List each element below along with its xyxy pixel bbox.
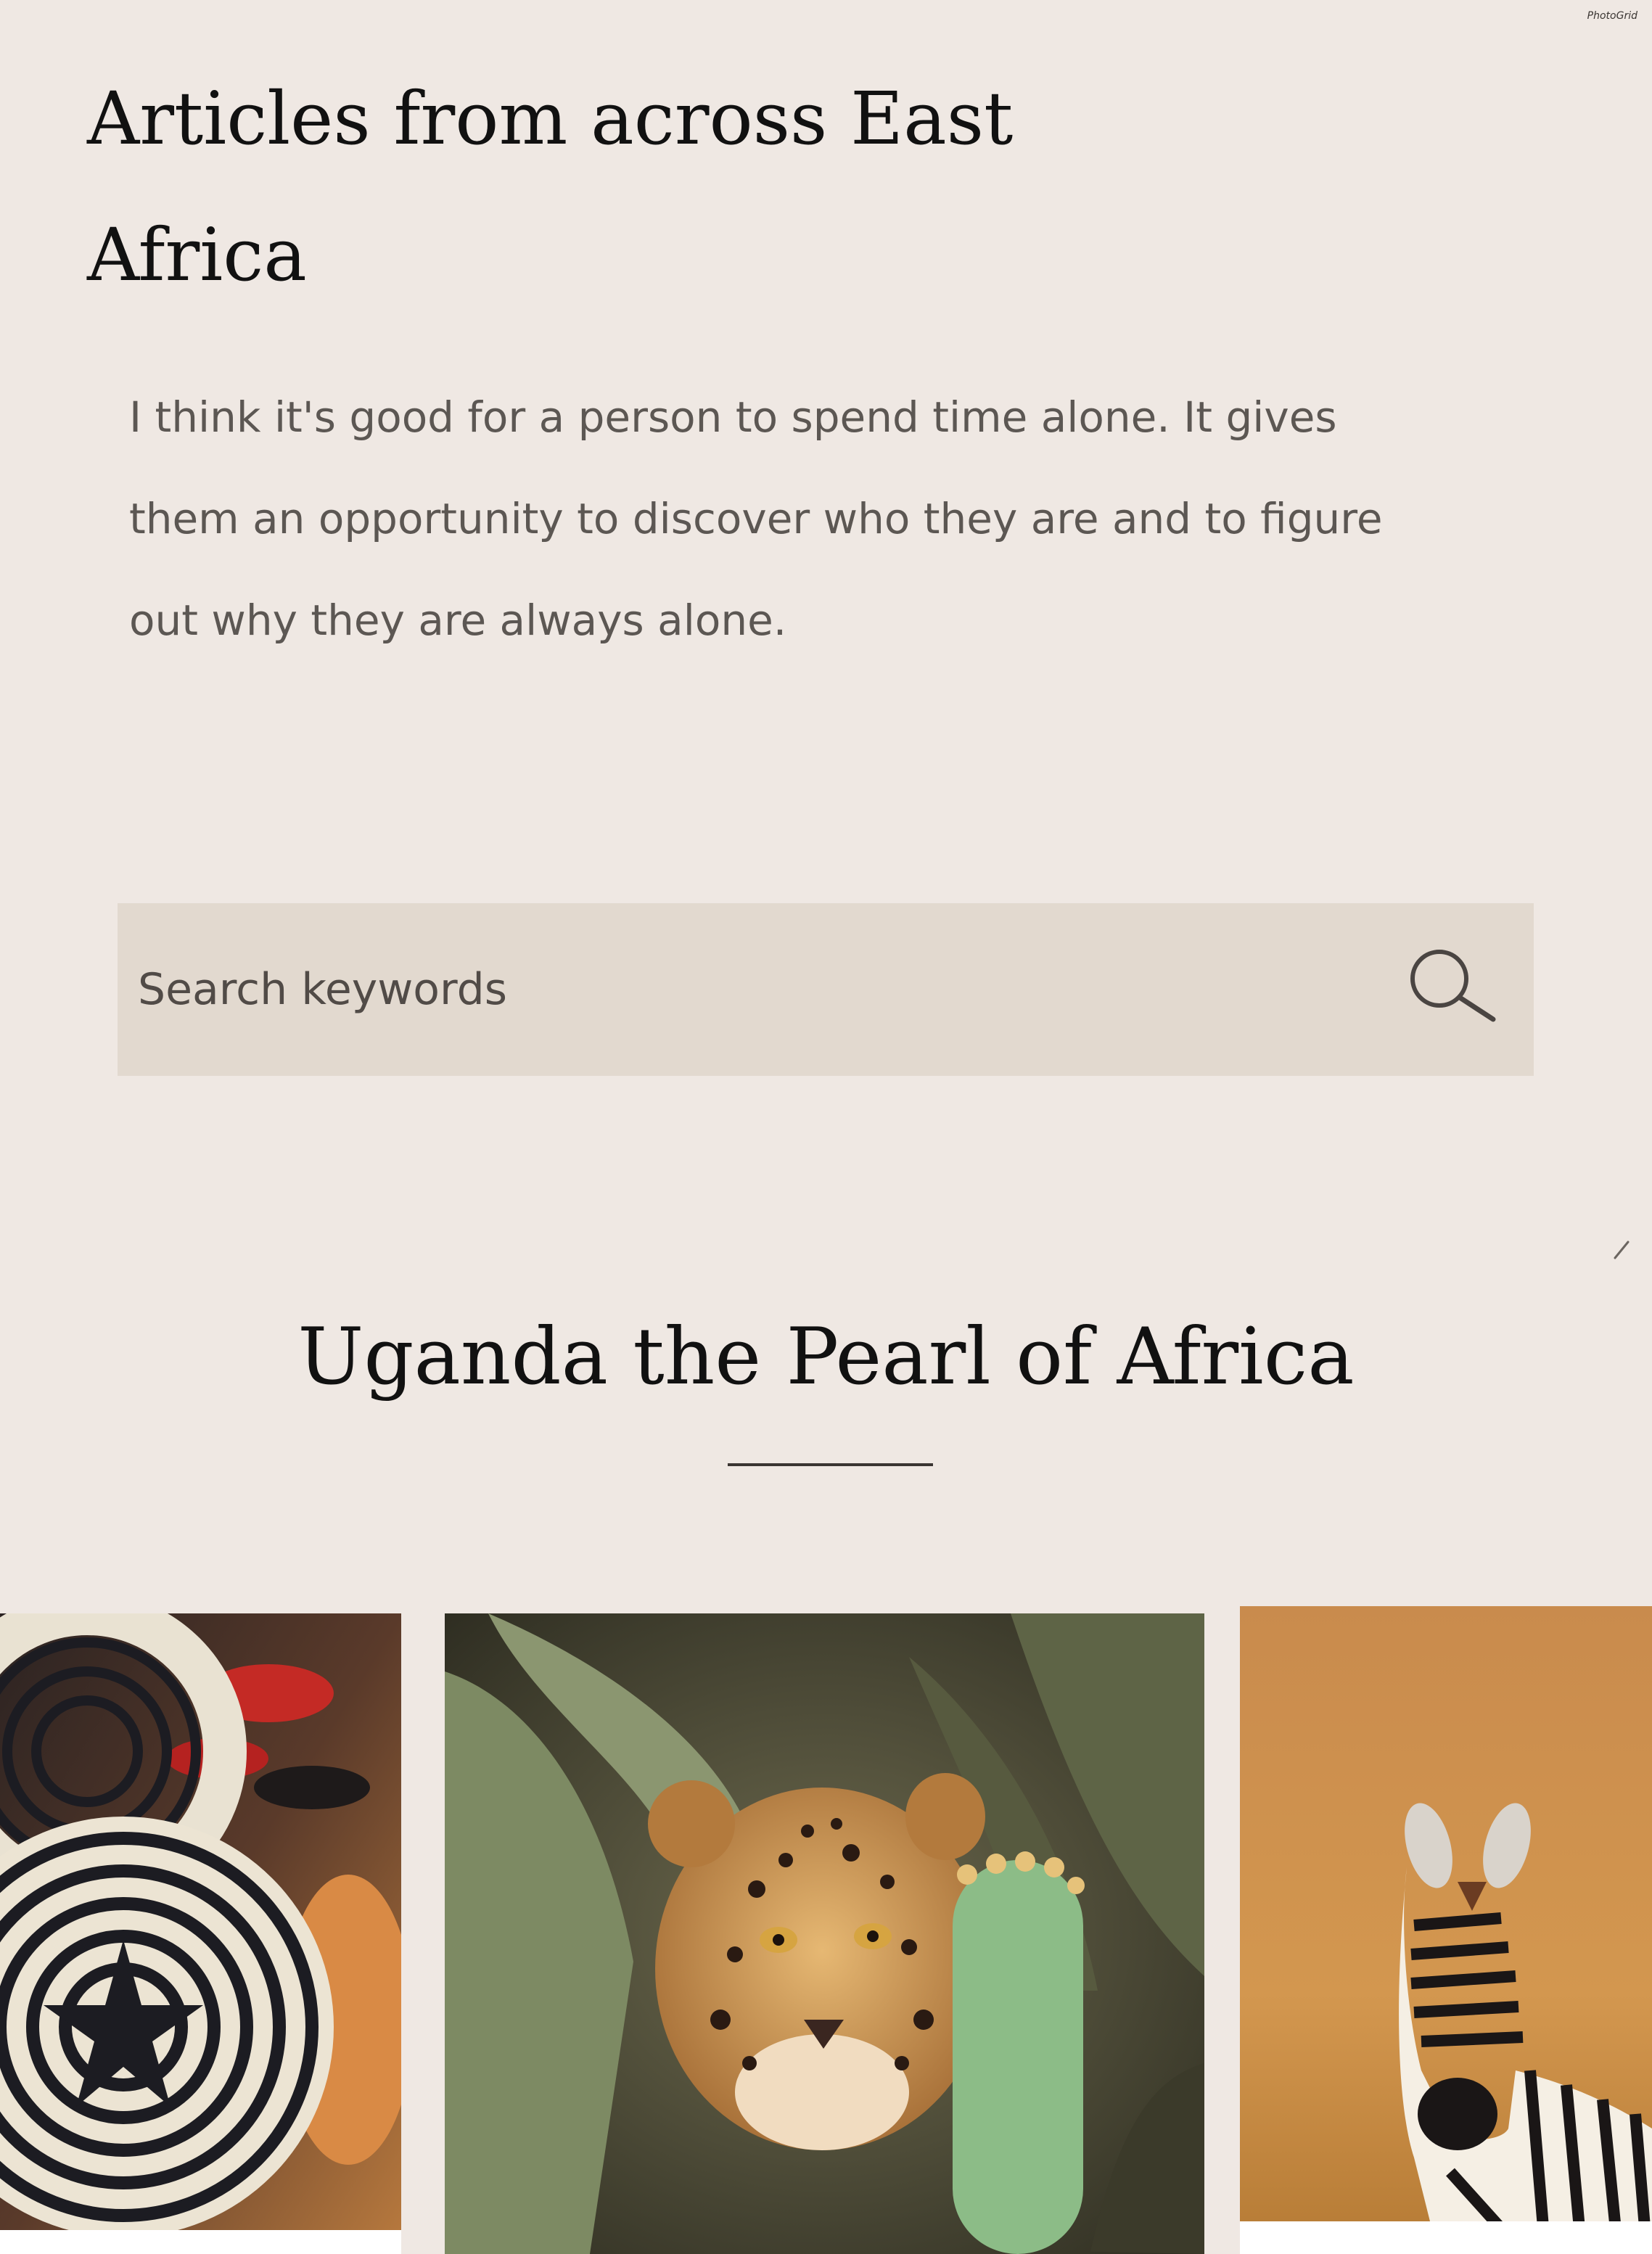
woven-baskets-photo[interactable] [0, 1613, 401, 2254]
pencil-icon [1612, 1239, 1631, 1261]
search-input[interactable] [138, 903, 1371, 1076]
page-title-line-1: Articles from across East [87, 76, 1014, 161]
search-bar [118, 903, 1534, 1076]
intro-paragraph: I think it's good for a person to spend … [129, 366, 1508, 671]
intro-line-3: out why they are always alone. [129, 596, 787, 645]
intro-line-2: them an opportunity to discover who they… [129, 494, 1383, 543]
section-title: Uganda the Pearl of Africa [297, 1312, 1355, 1402]
intro-line-1: I think it's good for a person to spend … [129, 392, 1337, 442]
zebra-photo[interactable] [1240, 1606, 1652, 2254]
photogrid-watermark: PhotoGrid [1587, 10, 1637, 22]
page-title: Articles from across East Africa [87, 51, 1103, 324]
page-title-line-2: Africa [87, 213, 307, 297]
section-divider [728, 1463, 933, 1466]
search-icon[interactable] [1408, 947, 1502, 1027]
leopard-photo[interactable] [445, 1613, 1204, 2254]
